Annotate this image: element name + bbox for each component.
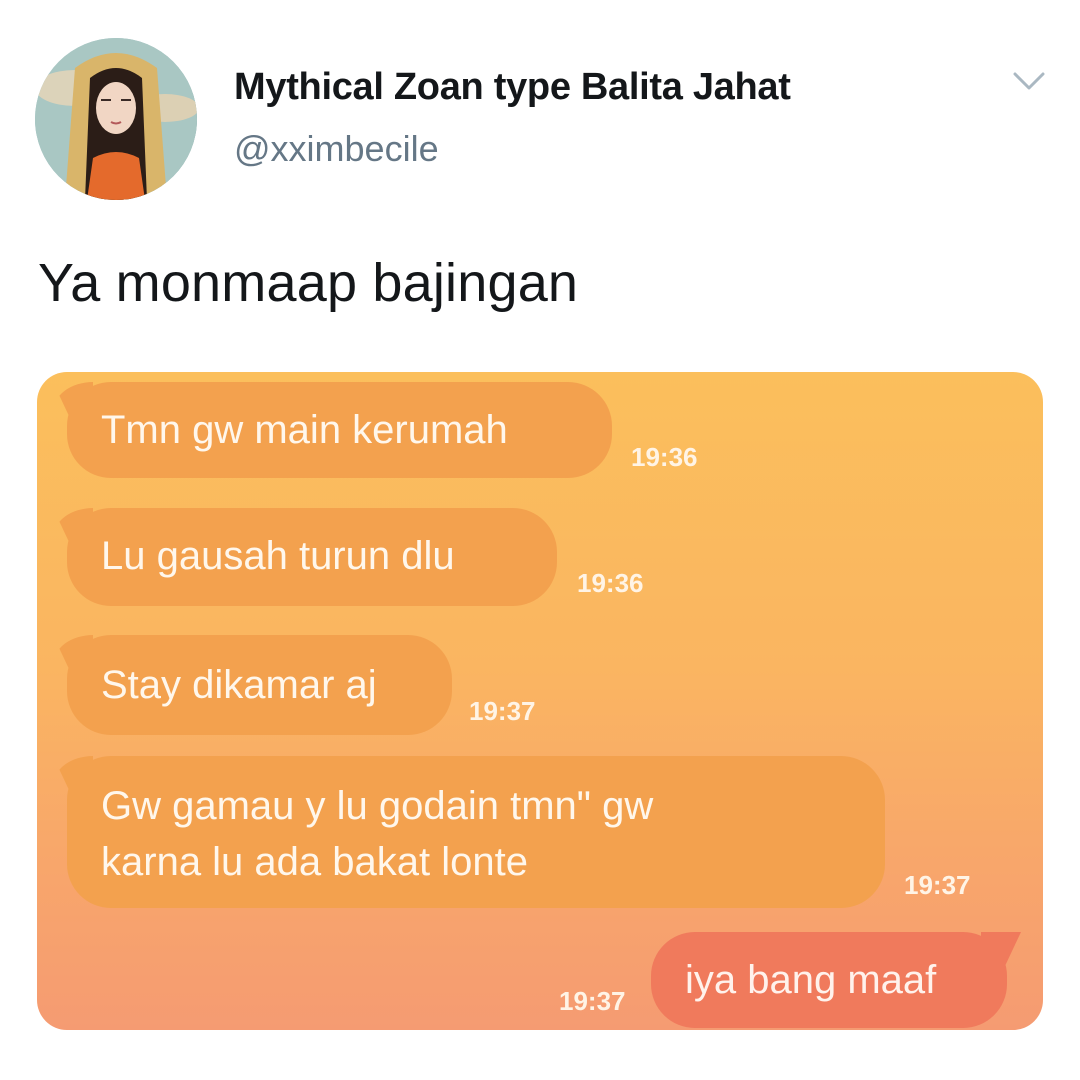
chat-bubble-sent: iya bang maaf: [651, 932, 1007, 1028]
user-handle[interactable]: @xximbecile: [234, 128, 439, 170]
message-time: 19:36: [631, 442, 698, 472]
avatar-image: [35, 38, 197, 200]
tweet-media-image[interactable]: Tmn gw main kerumah 19:36 Lu gausah turu…: [37, 372, 1043, 1030]
message-text: Gw gamau y lu godain tmn" gw: [101, 784, 654, 828]
message-time: 19:37: [904, 870, 971, 900]
chat-bubble-received: Stay dikamar aj: [67, 635, 452, 735]
message-time: 19:36: [577, 568, 644, 598]
message-time: 19:37: [559, 986, 626, 1016]
message-text: iya bang maaf: [685, 958, 937, 1002]
message-text: Lu gausah turun dlu: [101, 534, 455, 578]
message-time: 19:37: [469, 696, 536, 726]
chat-bubble-received: Tmn gw main kerumah: [67, 382, 612, 478]
tweet-text: Ya monmaap bajingan: [38, 253, 579, 313]
chat-bubble-received: Gw gamau y lu godain tmn" gw karna lu ad…: [67, 756, 885, 908]
avatar[interactable]: [35, 38, 197, 200]
message-text: Tmn gw main kerumah: [101, 408, 508, 452]
display-name[interactable]: Mythical Zoan type Balita Jahat: [234, 66, 791, 109]
message-text: Stay dikamar aj: [101, 663, 377, 707]
message-text: karna lu ada bakat lonte: [101, 840, 528, 884]
chat-bubble-received: Lu gausah turun dlu: [67, 508, 557, 606]
chevron-down-icon[interactable]: [1012, 70, 1046, 94]
